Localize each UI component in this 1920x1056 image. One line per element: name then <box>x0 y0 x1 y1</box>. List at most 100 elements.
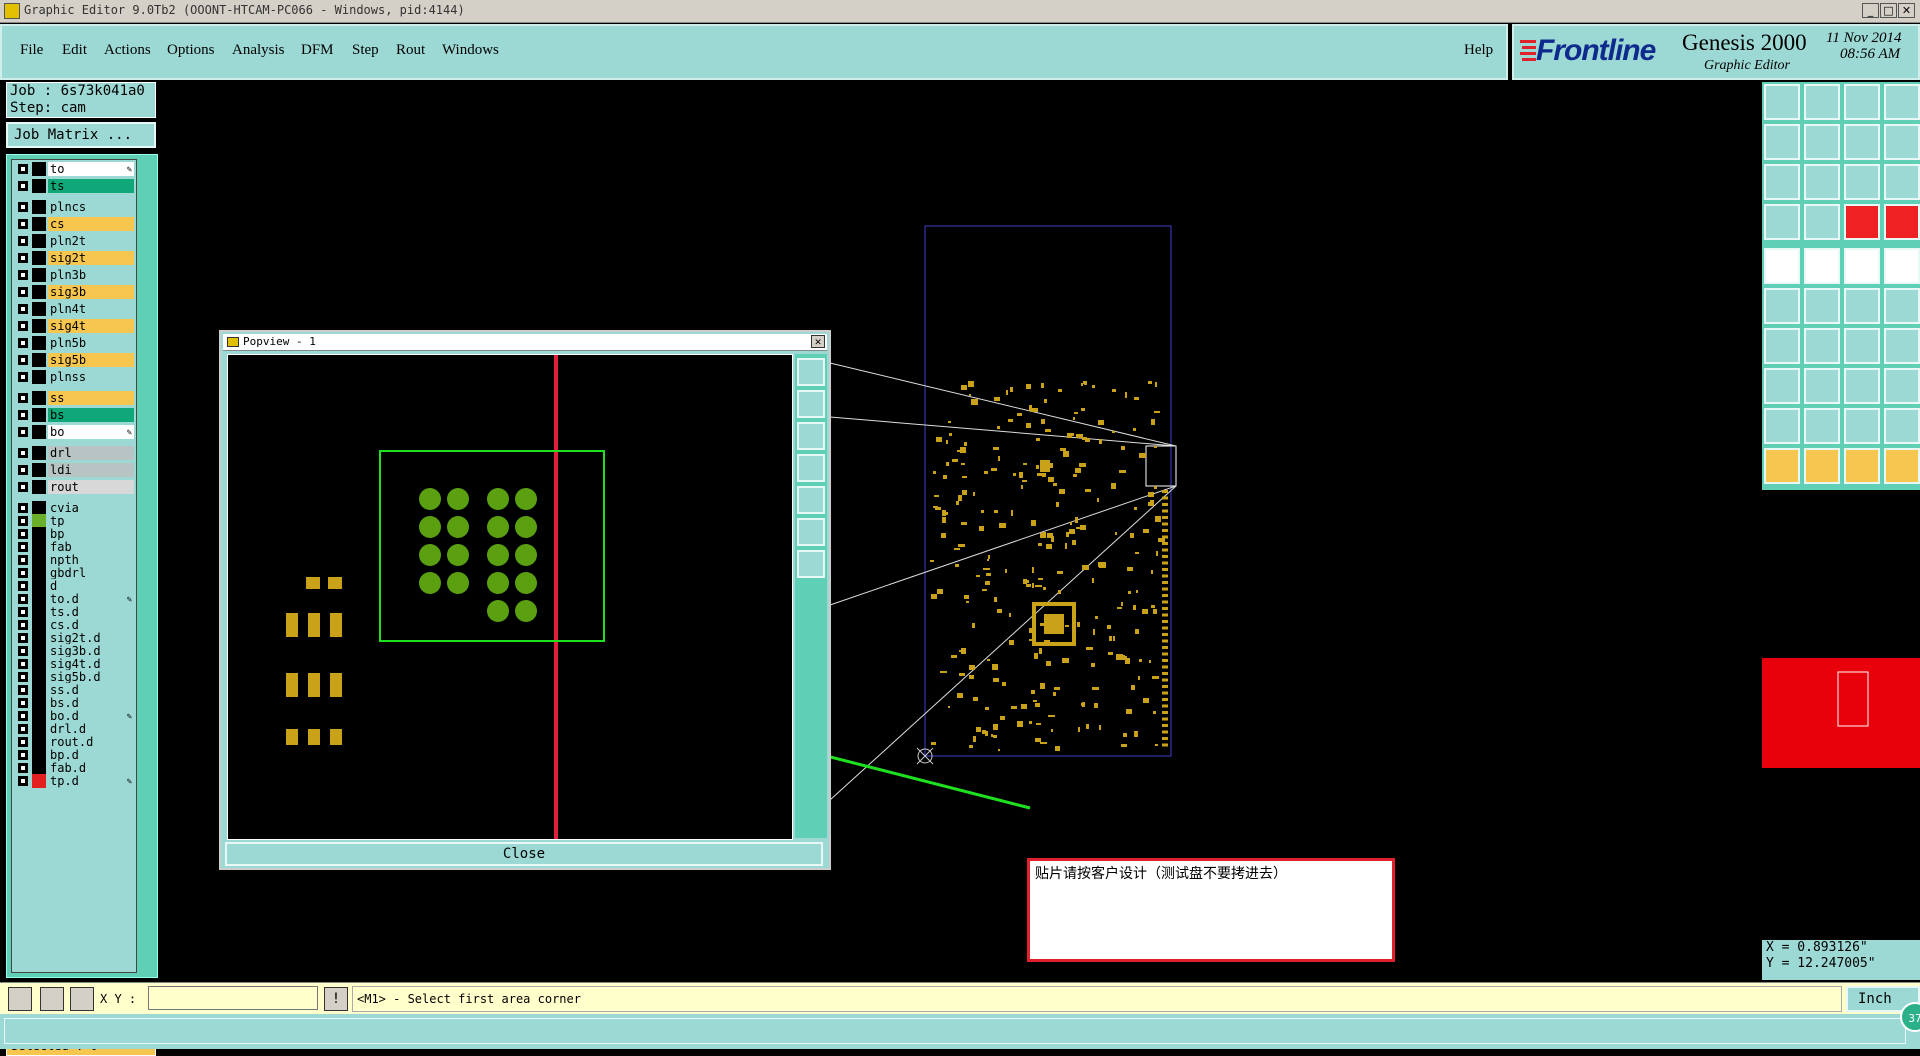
layer-row-gbdrl[interactable]: gbdrl <box>14 566 134 580</box>
layer-row-fab-d[interactable]: fab.d <box>14 761 134 775</box>
layer-row-npth[interactable]: npth <box>14 553 134 567</box>
pointer-route-icon[interactable] <box>1884 448 1920 484</box>
layer-color-swatch[interactable] <box>32 285 46 299</box>
layer-checkbox[interactable] <box>18 724 28 734</box>
layer-row-drl-d[interactable]: drl.d <box>14 722 134 736</box>
layer-checkbox[interactable] <box>18 321 28 331</box>
layer-checkbox[interactable] <box>18 410 28 420</box>
layer-checkbox[interactable] <box>18 270 28 280</box>
menu-rout[interactable]: Rout <box>396 42 425 59</box>
layer-color-swatch[interactable] <box>32 319 46 333</box>
node-icon[interactable] <box>1844 288 1880 324</box>
layer-name[interactable]: sig4t <box>48 319 134 333</box>
layer-checkbox[interactable] <box>18 594 28 604</box>
layer-name[interactable]: bs <box>48 408 134 422</box>
popview-close-button[interactable]: Close <box>225 842 823 866</box>
layer-checkbox[interactable] <box>18 202 28 212</box>
menu-file[interactable]: File <box>20 42 43 59</box>
layer-checkbox[interactable] <box>18 776 28 786</box>
net-icon[interactable] <box>1844 204 1880 240</box>
layer-color-swatch[interactable] <box>32 514 46 528</box>
help-icon[interactable] <box>1884 164 1920 200</box>
minimize-button[interactable]: _ <box>1862 3 1879 18</box>
layer-checkbox[interactable] <box>18 236 28 246</box>
pointer-icon[interactable] <box>1764 448 1800 484</box>
layer-color-swatch[interactable] <box>32 162 46 176</box>
triangle-d-icon[interactable] <box>1884 408 1920 444</box>
layer-name[interactable]: npth <box>48 553 134 567</box>
layer-color-swatch[interactable] <box>32 446 46 460</box>
menu-windows[interactable]: Windows <box>442 42 499 59</box>
layer-checkbox[interactable] <box>18 672 28 682</box>
layer-checkbox[interactable] <box>18 338 28 348</box>
layer-color-swatch[interactable] <box>32 302 46 316</box>
layer-row-bs-d[interactable]: bs.d <box>14 696 134 710</box>
layer-checkbox[interactable] <box>18 568 28 578</box>
xy-input[interactable] <box>148 986 318 1010</box>
grid-toggle-icon[interactable] <box>1804 204 1840 240</box>
layer-row-sig4t[interactable]: sig4t <box>14 319 134 333</box>
layer-name[interactable]: drl.d <box>48 722 134 736</box>
layer-color-swatch[interactable] <box>32 605 46 619</box>
layer-name[interactable]: pln5b <box>48 336 134 350</box>
layer-color-swatch[interactable] <box>32 408 46 422</box>
layer-name[interactable]: bp <box>48 527 134 541</box>
hand-icon[interactable] <box>1764 204 1800 240</box>
layer-color-swatch[interactable] <box>32 566 46 580</box>
layer-row-drl[interactable]: drl <box>14 446 134 460</box>
layer-color-swatch[interactable] <box>32 631 46 645</box>
layer-checkbox[interactable] <box>18 659 28 669</box>
maximize-button[interactable]: □ <box>1880 3 1897 18</box>
move-right-icon[interactable] <box>1804 124 1840 160</box>
layer-name[interactable]: ss.d <box>48 683 134 697</box>
layer-checkbox[interactable] <box>18 516 28 526</box>
triangle-c-icon[interactable] <box>1844 408 1880 444</box>
layer-name[interactable]: rout.d <box>48 735 134 749</box>
layer-row-plnss[interactable]: plnss <box>14 370 134 384</box>
layer-row-pln5b[interactable]: pln5b <box>14 336 134 350</box>
layer-name[interactable]: pln4t <box>48 302 134 316</box>
layer-checkbox[interactable] <box>18 646 28 656</box>
layer-checkbox[interactable] <box>18 253 28 263</box>
layer-color-swatch[interactable] <box>32 268 46 282</box>
layer-checkbox[interactable] <box>18 763 28 773</box>
home-icon[interactable] <box>1844 84 1880 120</box>
triangle-b-icon[interactable] <box>1804 408 1840 444</box>
popview-pan-left-icon[interactable] <box>797 454 825 482</box>
layer-checkbox[interactable] <box>18 737 28 747</box>
layer-row-rout[interactable]: rout <box>14 480 134 494</box>
menu-help[interactable]: Help <box>1464 42 1493 59</box>
popview-pan-up-icon[interactable] <box>797 390 825 418</box>
layer-name[interactable]: bo.d ✎ <box>48 709 134 723</box>
layer-row-ts-d[interactable]: ts.d <box>14 605 134 619</box>
layer-row-to-d[interactable]: to.d ✎ <box>14 592 134 606</box>
layer-checkbox[interactable] <box>18 219 28 229</box>
layer-checkbox[interactable] <box>18 633 28 643</box>
align-icon[interactable] <box>1884 328 1920 364</box>
layer-row-cs-d[interactable]: cs.d <box>14 618 134 632</box>
point-icon[interactable] <box>1764 368 1800 404</box>
layer-name[interactable]: cs <box>48 217 134 231</box>
ruler-icon[interactable] <box>1844 248 1880 284</box>
layer-name[interactable]: rout <box>48 480 134 494</box>
layer-checkbox[interactable] <box>18 542 28 552</box>
menu-analysis[interactable]: Analysis <box>232 42 285 59</box>
layer-color-swatch[interactable] <box>32 735 46 749</box>
layer-checkbox[interactable] <box>18 287 28 297</box>
layer-name[interactable]: drl <box>48 446 134 460</box>
snap-s-icon[interactable] <box>1884 124 1920 160</box>
line-icon[interactable] <box>1764 328 1800 364</box>
layer-name[interactable]: fab <box>48 540 134 554</box>
layer-color-swatch[interactable] <box>32 774 46 788</box>
layer-name[interactable]: cs.d <box>48 618 134 632</box>
layer-name[interactable]: ts.d <box>48 605 134 619</box>
layer-color-swatch[interactable] <box>32 480 46 494</box>
popview-zoom-out-icon[interactable] <box>797 518 825 546</box>
close-window-button[interactable]: ✕ <box>1898 3 1915 18</box>
layer-color-swatch[interactable] <box>32 644 46 658</box>
pointer-circle-icon[interactable] <box>1844 448 1880 484</box>
group-icon[interactable] <box>1884 368 1920 404</box>
layer-row-sig4t-d[interactable]: sig4t.d <box>14 657 134 671</box>
layer-checkbox[interactable] <box>18 448 28 458</box>
layer-row-cvia[interactable]: cvia <box>14 501 134 515</box>
